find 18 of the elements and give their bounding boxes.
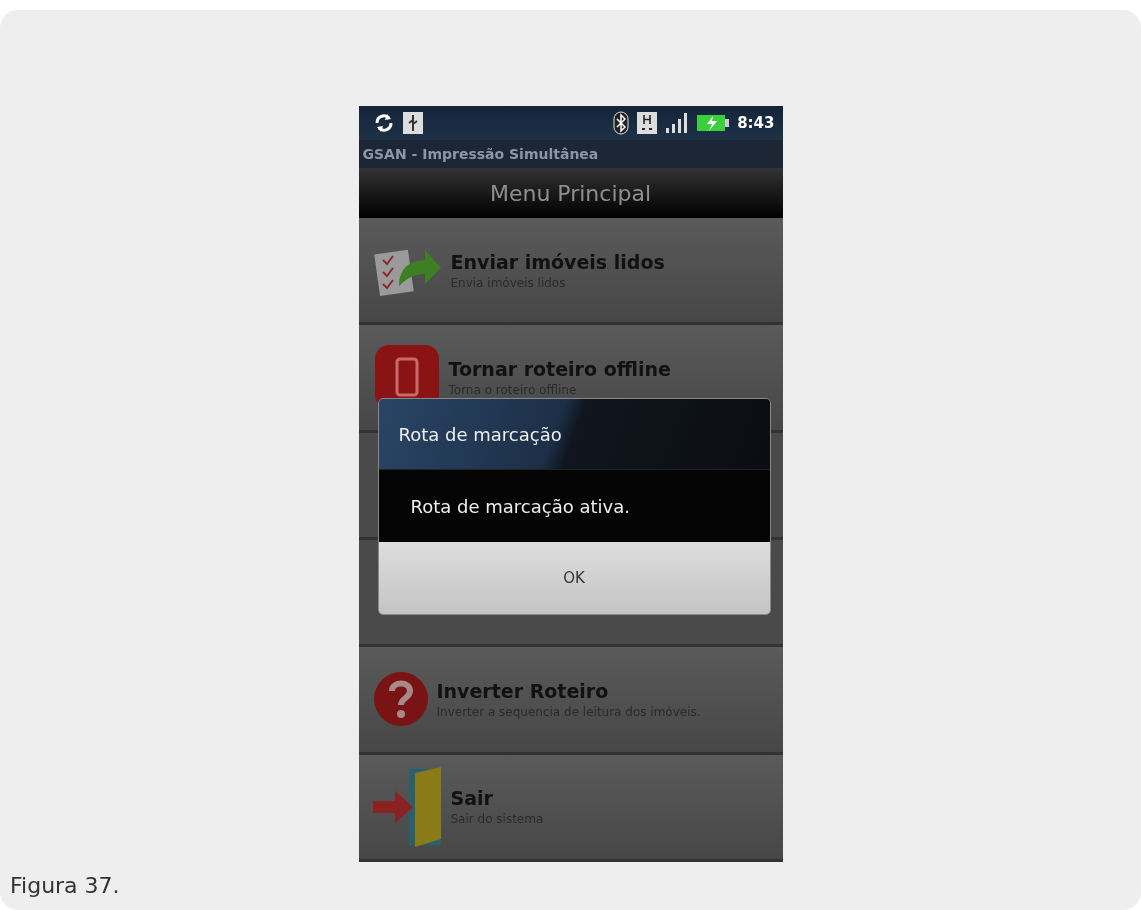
exit-door-icon [372,764,443,849]
ok-button[interactable]: OK [523,559,625,597]
usb-icon [402,112,423,134]
signal-icon [665,113,690,133]
figure-caption: Figura 37. [10,873,120,898]
menu-item-title: Enviar imóveis lidos [450,250,665,273]
dialog-title: Rota de marcação [378,399,770,470]
menu-item-title: Sair [450,787,494,810]
question-icon [372,671,429,728]
app-title: GSAN - Impressão Simultânea [358,140,783,168]
screen-header: Menu Principal [358,168,783,218]
battery-charging-icon [697,114,730,132]
menu-item-title: Inverter Roteiro [436,679,610,702]
menu-item-title: Tornar roteiro offline [448,358,671,380]
dialog-message: Rota de marcação ativa. [378,470,770,542]
status-time: 8:43 [737,114,775,132]
bluetooth-icon [613,111,630,135]
network-h-icon [637,112,658,134]
